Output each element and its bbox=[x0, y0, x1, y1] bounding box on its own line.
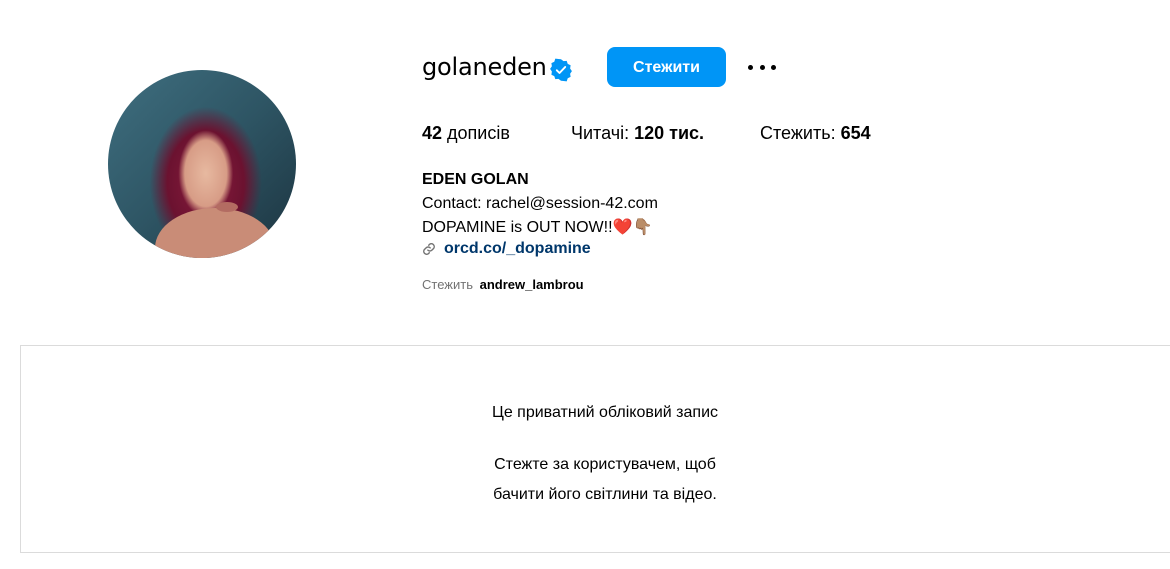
more-dot-3 bbox=[771, 64, 776, 70]
following-count: 654 bbox=[840, 123, 871, 143]
more-dot-1 bbox=[748, 64, 753, 70]
followers-stat[interactable]: Читачі: 120 тис. bbox=[571, 123, 704, 144]
posts-count: 42 bbox=[422, 123, 443, 143]
heart-emoji-icon: ❤️ bbox=[612, 219, 633, 236]
following-label: Стежить: bbox=[760, 123, 836, 143]
bio-contact: Contact: rachel@session-42.com bbox=[422, 195, 658, 212]
private-subtitle-line-2: бачити його світлини та відео. bbox=[493, 486, 717, 503]
avatar-shoulder bbox=[155, 208, 275, 258]
bio-link[interactable]: orcd.co/_dopamine bbox=[422, 240, 591, 258]
profile-username: golaneden bbox=[422, 53, 547, 81]
followed-by-user[interactable]: andrew_lambrou bbox=[480, 277, 584, 292]
bio-announcement-text: DOPAMINE is OUT NOW!! bbox=[422, 219, 613, 236]
bio-announcement: DOPAMINE is OUT NOW!!❤️👇🏽 bbox=[422, 217, 652, 237]
followers-label: Читачі: bbox=[571, 123, 630, 143]
more-options-icon[interactable] bbox=[746, 56, 778, 78]
private-account-panel bbox=[20, 345, 1170, 553]
private-subtitle-line-1: Стежте за користувачем, щоб bbox=[494, 456, 716, 473]
posts-label: дописів bbox=[447, 123, 510, 143]
followers-count: 120 тис. bbox=[634, 123, 705, 143]
followed-by[interactable]: Стежить andrew_lambrou bbox=[422, 277, 584, 292]
verified-badge-icon bbox=[550, 58, 572, 82]
followed-by-label: Стежить bbox=[422, 277, 473, 292]
follow-button[interactable]: Стежити bbox=[607, 47, 726, 87]
bio-link-text[interactable]: orcd.co/_dopamine bbox=[444, 240, 591, 258]
private-account-title: Це приватний обліковий запис bbox=[492, 404, 718, 421]
avatar-lips bbox=[216, 202, 238, 212]
profile-avatar[interactable] bbox=[108, 70, 296, 258]
private-account-subtitle: Стежте за користувачем, щоб бачити його … bbox=[0, 450, 1170, 510]
bio-name: EDEN GOLAN bbox=[422, 171, 529, 188]
more-dot-2 bbox=[759, 64, 765, 70]
posts-stat: 42 дописів bbox=[422, 123, 510, 144]
pointing-down-emoji-icon: 👇🏽 bbox=[632, 219, 653, 236]
following-stat[interactable]: Стежить: 654 bbox=[760, 123, 871, 144]
link-icon bbox=[423, 243, 435, 255]
